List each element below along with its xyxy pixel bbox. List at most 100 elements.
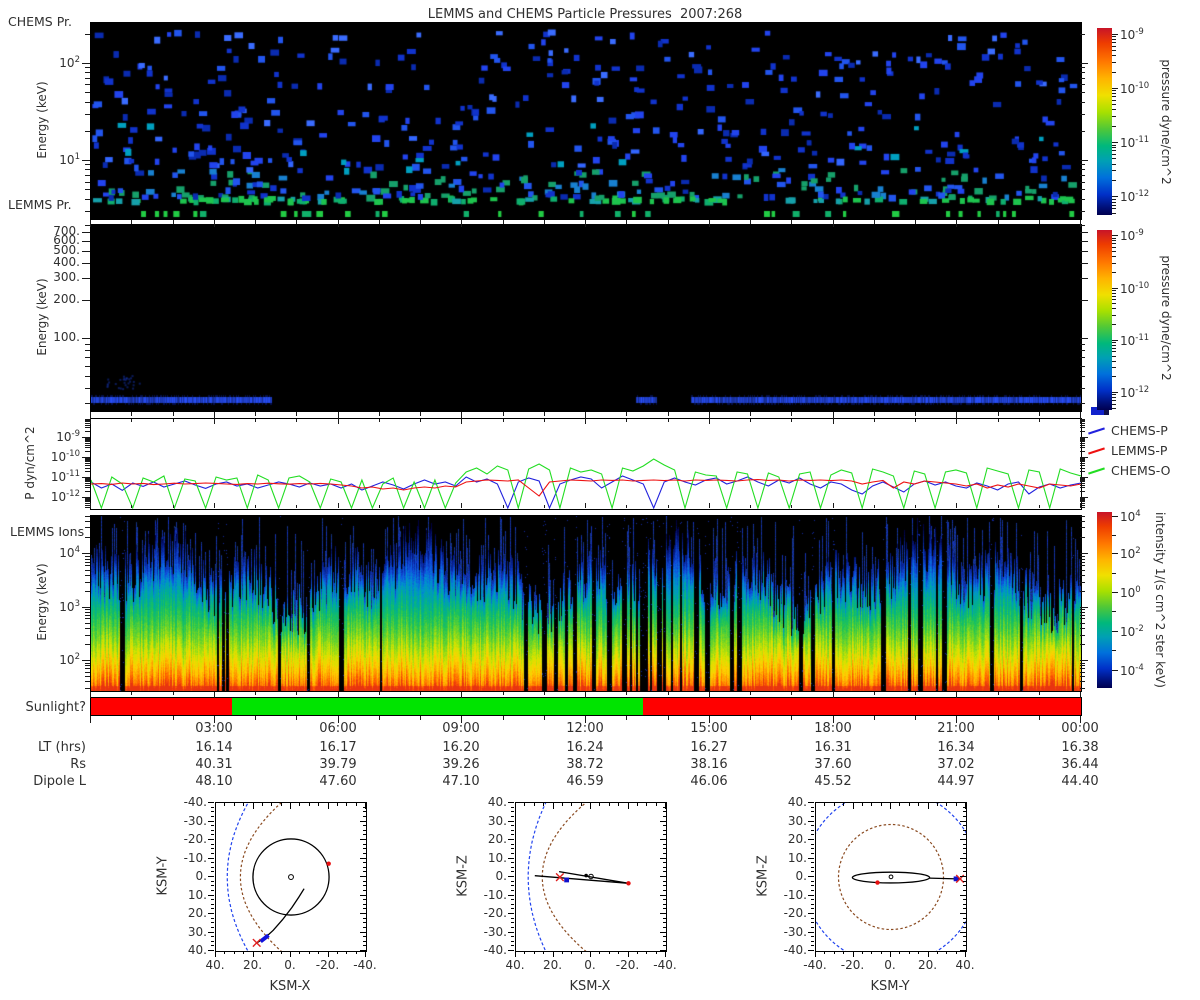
time-tick-inner: [750, 505, 751, 508]
legend-label-chems-o: CHEMS-O: [1111, 463, 1171, 478]
legend-swatch-chems-p: [1088, 427, 1105, 435]
lemms-ions-spectrogram-canvas: [91, 516, 1081, 691]
y-minor-tick: [85, 499, 90, 500]
time-tick-inner: [503, 505, 504, 508]
y-minor-tick: [85, 403, 90, 404]
orbit-x-tick: [318, 951, 319, 954]
lt-value: 16.27: [690, 740, 728, 755]
orbit-x-tick: [956, 951, 957, 954]
orbit-y-tick: [811, 844, 814, 845]
y-major-tick: [1080, 263, 1088, 264]
y-minor-tick: [85, 463, 90, 464]
rs-value: 38.72: [566, 757, 604, 772]
orbit-y-tick: [211, 918, 214, 919]
time-tick: [626, 716, 627, 720]
y-minor-tick: [1080, 344, 1085, 345]
bow-shock-curve: [226, 803, 249, 951]
orbit-y-tick-right: [963, 904, 966, 905]
orbit-y-tick-right: [660, 839, 666, 840]
time-tick: [874, 220, 875, 224]
rs-value: 39.26: [442, 757, 480, 772]
y-minor-tick: [1080, 67, 1085, 68]
orbit-x-tick: [515, 951, 516, 957]
orbit-x-tick-top: [318, 803, 319, 806]
y-minor-tick: [1080, 527, 1085, 528]
orbit-x-tick-top: [243, 803, 244, 806]
orbit-x-tick: [871, 951, 872, 954]
orbit-x-tick: [562, 951, 563, 954]
y-minor-tick: [1080, 427, 1085, 428]
orbit-y-tick-right: [363, 890, 366, 891]
y-minor-tick: [1080, 480, 1085, 481]
y-minor-tick: [1080, 521, 1085, 522]
time-tick: [503, 716, 504, 720]
orbit-y-tick-right: [963, 862, 966, 863]
dipole-l-value: 48.10: [195, 774, 233, 789]
orbit-y-tick-right: [663, 922, 666, 923]
lt-value: 16.34: [937, 740, 975, 755]
orbit-y-tick-label: -30.: [183, 813, 207, 828]
y-minor-tick: [1080, 668, 1085, 669]
dipole-l-value: 47.60: [319, 774, 357, 789]
time-tick: [544, 716, 545, 720]
y-minor-tick: [85, 628, 90, 629]
orbit-y-tick: [511, 834, 514, 835]
time-tick-inner: [420, 419, 421, 422]
time-tick: [214, 692, 215, 698]
time-tick: [833, 412, 834, 419]
orbit-x-tick: [618, 951, 619, 954]
time-tick-inner: [255, 505, 256, 508]
y-minor-tick: [85, 556, 90, 557]
chems-pressure-spectrogram-canvas: [91, 23, 1081, 219]
colorbar-minor-tick: [1112, 361, 1116, 362]
y-minor-tick: [1080, 676, 1085, 677]
time-tick: [255, 716, 256, 720]
y-minor-tick: [85, 67, 90, 68]
y-major-tick: [82, 278, 90, 279]
y-minor-tick: [85, 431, 90, 432]
y-major-tick: [1080, 553, 1088, 554]
colorbar-major-tick: [1112, 631, 1118, 632]
orbit-y-tick-right: [663, 871, 666, 872]
colorbar-major-tick: [1112, 592, 1118, 593]
panel-lemms-ions: [90, 515, 1082, 692]
time-tick-inner: [131, 419, 132, 422]
orbit-y-tick-right: [363, 807, 366, 808]
colorbar-minor-tick: [1112, 109, 1116, 110]
orbit-y-tick: [811, 945, 814, 946]
orbit-x-tick-top: [590, 803, 591, 809]
colorbar-minor-tick: [1112, 293, 1116, 294]
y-minor-tick: [85, 527, 90, 528]
y-tick-label: 104: [59, 545, 80, 560]
orbit-y-tick: [511, 945, 514, 946]
pressure-line-lemms-p: [91, 479, 1081, 497]
orbit-y-tick: [511, 890, 514, 891]
colorbar-minor-tick: [1112, 93, 1116, 94]
orbit-y-tick-right: [363, 848, 366, 849]
time-tick: [791, 716, 792, 720]
orbit-y-tick-label: -20.: [483, 906, 507, 920]
time-tick-inner: [626, 419, 627, 422]
orbit-y-tick: [811, 848, 814, 849]
orbit-y-tick-label: -40.: [483, 943, 507, 957]
orbit-y-tick: [811, 936, 814, 937]
time-label: 12:00: [566, 721, 604, 736]
time-tick: [90, 716, 91, 723]
y-minor-tick: [85, 357, 90, 358]
row-label-lt: LT (hrs): [37, 740, 86, 755]
orbit-y-tick: [811, 811, 814, 812]
time-tick: [833, 220, 834, 227]
y-minor-tick: [85, 500, 90, 501]
time-tick: [338, 412, 339, 419]
orbit-x-tick-top: [290, 803, 291, 809]
y-minor-tick: [85, 623, 90, 624]
orbit-x-tick-top: [824, 803, 825, 806]
time-tick: [585, 220, 586, 227]
y-major-tick: [82, 338, 90, 339]
y-minor-tick: [85, 516, 90, 517]
orbit-y-tick-right: [663, 844, 666, 845]
sunlight-segment-no: [643, 698, 1081, 715]
colorbar-minor-tick: [1112, 535, 1116, 536]
orbit-x-tick-top: [571, 803, 572, 806]
y-minor-tick: [85, 425, 90, 426]
